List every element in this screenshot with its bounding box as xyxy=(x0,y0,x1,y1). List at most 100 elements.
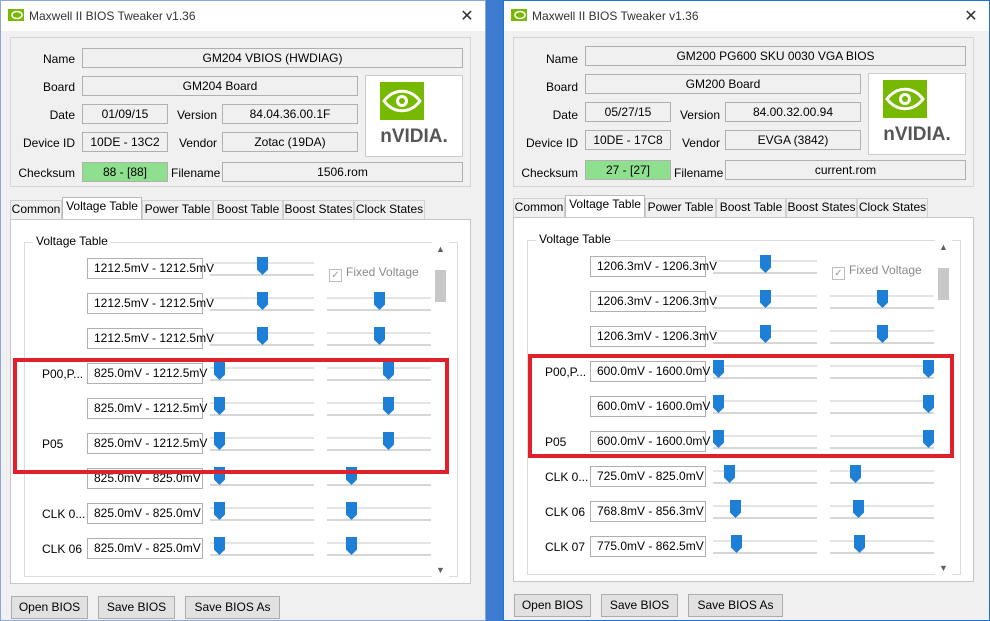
voltage-range-field[interactable]: 775.0mV - 862.5mV xyxy=(590,536,706,557)
date-field[interactable]: 05/27/15 xyxy=(585,102,671,122)
min-voltage-slider[interactable] xyxy=(713,500,817,522)
close-icon[interactable]: ✕ xyxy=(459,6,475,26)
save-bios-as-button[interactable]: Save BIOS As xyxy=(688,594,783,617)
board-field[interactable]: GM204 Board xyxy=(82,76,358,96)
max-voltage-slider[interactable] xyxy=(830,325,934,347)
save-bios-button[interactable]: Save BIOS xyxy=(98,596,175,619)
slider-track xyxy=(210,542,314,544)
max-voltage-slider[interactable] xyxy=(830,465,934,487)
slider-thumb-icon[interactable] xyxy=(730,500,741,518)
slider-thumb-icon[interactable] xyxy=(257,327,268,345)
min-voltage-slider[interactable] xyxy=(210,537,314,559)
min-voltage-slider[interactable] xyxy=(210,292,314,314)
min-voltage-slider[interactable] xyxy=(713,255,817,277)
max-voltage-slider[interactable] xyxy=(327,327,431,349)
tab-boost-table[interactable]: Boost Table xyxy=(213,200,283,219)
voltage-range-field[interactable]: 825.0mV - 825.0mV xyxy=(87,503,203,524)
max-voltage-slider[interactable] xyxy=(327,502,431,524)
date-field[interactable]: 01/09/15 xyxy=(82,104,168,124)
slider-thumb-icon[interactable] xyxy=(853,500,864,518)
tab-voltage-table[interactable]: Voltage Table xyxy=(565,195,645,217)
voltage-range-field[interactable]: 1206.3mV - 1206.3mV xyxy=(590,256,717,277)
device-id-label: Device ID xyxy=(525,136,578,150)
min-voltage-slider[interactable] xyxy=(210,327,314,349)
slider-thumb-icon[interactable] xyxy=(877,290,888,308)
max-voltage-slider[interactable] xyxy=(327,292,431,314)
scroll-thumb[interactable] xyxy=(435,270,446,302)
tab-voltage-table[interactable]: Voltage Table xyxy=(62,197,142,219)
title-bar[interactable]: Maxwell II BIOS Tweaker v1.36 ✕ xyxy=(1,1,485,31)
row-label: CLK 0... xyxy=(42,507,86,521)
slider-thumb-icon[interactable] xyxy=(760,255,771,273)
min-voltage-slider[interactable] xyxy=(210,502,314,524)
fixed-voltage-checkbox[interactable]: ✓ Fixed Voltage xyxy=(329,265,419,282)
tab-boost-table[interactable]: Boost Table xyxy=(716,198,786,217)
min-voltage-slider[interactable] xyxy=(713,465,817,487)
version-field[interactable]: 84.00.32.00.94 xyxy=(725,102,861,122)
filename-field[interactable]: current.rom xyxy=(725,160,966,180)
slider-thumb-icon[interactable] xyxy=(346,502,357,520)
slider-thumb-icon[interactable] xyxy=(850,465,861,483)
slider-thumb-icon[interactable] xyxy=(760,290,771,308)
slider-thumb-icon[interactable] xyxy=(214,502,225,520)
tab-boost-states[interactable]: Boost States xyxy=(786,198,857,217)
voltage-range-field[interactable]: 768.8mV - 856.3mV xyxy=(590,501,706,522)
voltage-range-field[interactable]: 1212.5mV - 1212.5mV xyxy=(87,293,214,314)
name-field[interactable]: GM204 VBIOS (HWDIAG) xyxy=(82,48,463,68)
min-voltage-slider[interactable] xyxy=(713,535,817,557)
max-voltage-slider[interactable] xyxy=(830,290,934,312)
close-icon[interactable]: ✕ xyxy=(963,6,979,26)
vendor-field[interactable]: Zotac (19DA) xyxy=(222,132,358,152)
fixed-voltage-checkbox[interactable]: ✓ Fixed Voltage xyxy=(832,263,922,280)
device-id-field[interactable]: 10DE - 13C2 xyxy=(82,132,168,152)
slider-thumb-icon[interactable] xyxy=(257,257,268,275)
min-voltage-slider[interactable] xyxy=(713,290,817,312)
voltage-range-field[interactable]: 1212.5mV - 1212.5mV xyxy=(87,328,214,349)
slider-thumb-icon[interactable] xyxy=(760,325,771,343)
slider-thumb-icon[interactable] xyxy=(257,292,268,310)
slider-thumb-icon[interactable] xyxy=(346,537,357,555)
max-voltage-slider[interactable] xyxy=(830,500,934,522)
max-voltage-slider[interactable] xyxy=(830,535,934,557)
tab-power-table[interactable]: Power Table xyxy=(142,200,213,219)
voltage-range-field[interactable]: 825.0mV - 825.0mV xyxy=(87,538,203,559)
tab-power-table[interactable]: Power Table xyxy=(645,198,716,217)
scroll-thumb[interactable] xyxy=(938,268,949,300)
device-id-field[interactable]: 10DE - 17C8 xyxy=(585,130,671,150)
min-voltage-slider[interactable] xyxy=(210,257,314,279)
tab-boost-states[interactable]: Boost States xyxy=(283,200,354,219)
device-id-label: Device ID xyxy=(22,136,75,150)
title-bar[interactable]: Maxwell II BIOS Tweaker v1.36 ✕ xyxy=(504,1,989,31)
voltage-range-field[interactable]: 1206.3mV - 1206.3mV xyxy=(590,326,717,347)
board-field[interactable]: GM200 Board xyxy=(585,74,861,94)
name-field[interactable]: GM200 PG600 SKU 0030 VGA BIOS xyxy=(585,46,966,66)
tab-clock-states[interactable]: Clock States xyxy=(354,200,425,219)
filename-field[interactable]: 1506.rom xyxy=(222,162,463,182)
tab-common[interactable]: Common xyxy=(513,198,565,217)
tab-clock-states[interactable]: Clock States xyxy=(857,198,928,217)
slider-thumb-icon[interactable] xyxy=(724,465,735,483)
save-bios-as-button[interactable]: Save BIOS As xyxy=(185,596,280,619)
slider-thumb-icon[interactable] xyxy=(731,535,742,553)
slider-thumb-icon[interactable] xyxy=(214,537,225,555)
voltage-range-field[interactable]: 725.0mV - 825.0mV xyxy=(590,466,706,487)
voltage-range-field[interactable]: 1206.3mV - 1206.3mV xyxy=(590,291,717,312)
version-field[interactable]: 84.04.36.00.1F xyxy=(222,104,358,124)
open-bios-button[interactable]: Open BIOS xyxy=(11,596,88,619)
save-bios-button[interactable]: Save BIOS xyxy=(601,594,678,617)
voltage-range-field[interactable]: 1212.5mV - 1212.5mV xyxy=(87,258,214,279)
scroll-down-icon[interactable]: ▼ xyxy=(935,563,952,573)
vendor-field[interactable]: EVGA (3842) xyxy=(725,130,861,150)
tab-common[interactable]: Common xyxy=(10,200,62,219)
open-bios-button[interactable]: Open BIOS xyxy=(514,594,591,617)
scroll-up-icon[interactable]: ▲ xyxy=(935,242,952,252)
min-voltage-slider[interactable] xyxy=(713,325,817,347)
slider-thumb-icon[interactable] xyxy=(374,292,385,310)
slider-thumb-icon[interactable] xyxy=(854,535,865,553)
scroll-down-icon[interactable]: ▼ xyxy=(432,565,449,575)
slider-thumb-icon[interactable] xyxy=(374,327,385,345)
max-voltage-slider[interactable] xyxy=(327,537,431,559)
scroll-up-icon[interactable]: ▲ xyxy=(432,244,449,254)
slider-track xyxy=(830,540,934,542)
slider-thumb-icon[interactable] xyxy=(877,325,888,343)
